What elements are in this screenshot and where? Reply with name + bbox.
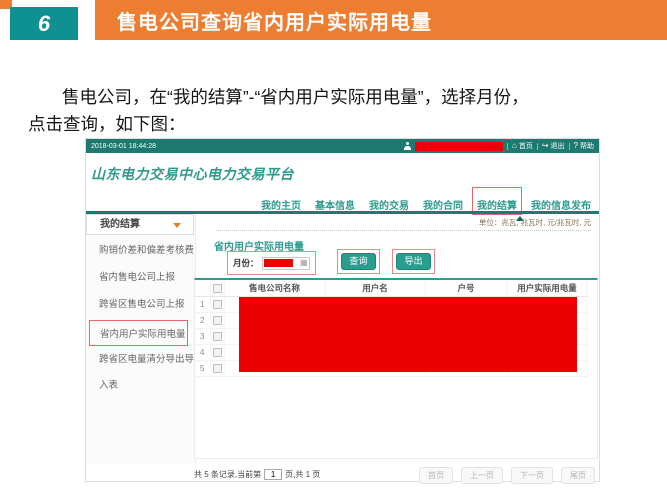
sidebar-item-cross-province-seller-report[interactable]: 跨省区售电公司上报 (99, 296, 185, 310)
slide: 6 售电公司查询省内用户实际用电量 售电公司，在“我的结算”-“省内用户实际用电… (0, 0, 667, 490)
row-checkbox-cell (210, 329, 224, 345)
topbar-timestamp: 2018-03-01 18:44:28 (91, 143, 156, 150)
row-checkbox-cell (210, 361, 224, 377)
slide-number: 6 (38, 11, 50, 37)
topbar-divider (507, 143, 508, 150)
row-checkbox[interactable] (213, 364, 222, 373)
app-topbar: 2018-03-01 18:44:28 ⌂ 首页 ↪ 退出 ? 帮助 (86, 139, 599, 153)
month-label: 月份： (233, 257, 259, 269)
table-header-row: 售电公司名称 用户名 户号 用户实际用电量 (195, 280, 587, 297)
dotted-divider (216, 230, 591, 231)
nav-my-contracts[interactable]: 我的合同 (423, 197, 463, 212)
record-summary: 共 5 条记录,当前第 页,共 1 页 (194, 469, 320, 480)
topbar-help-label: 帮助 (580, 141, 594, 151)
th-user-name: 用户名 (325, 280, 425, 297)
sidebar-item-cross-province-clearing-table[interactable]: 跨省区电量清分导出导入表 (99, 347, 196, 399)
month-input[interactable]: ▦ (262, 257, 310, 270)
row-index: 4 (195, 345, 210, 361)
nav-my-home[interactable]: 我的主页 (261, 197, 301, 212)
query-button[interactable]: 查询 (341, 253, 376, 270)
row-index: 5 (195, 361, 210, 377)
select-all-checkbox[interactable] (213, 284, 222, 293)
pagination: 首页 上一页 下一页 尾页 (419, 467, 595, 484)
row-checkbox[interactable] (213, 316, 222, 325)
sidebar-item-province-seller-report[interactable]: 省内售电公司上报 (99, 269, 175, 283)
topbar-divider (569, 143, 570, 150)
topbar-right-links: ⌂ 首页 ↪ 退出 ? 帮助 (404, 141, 594, 151)
dropdown-arrow-icon (173, 223, 181, 228)
nav-my-info-publish[interactable]: 我的信息发布 (531, 197, 591, 212)
platform-title: 山东电力交易中心电力交易平台 (91, 164, 294, 184)
topbar-logout-label: 退出 (551, 141, 565, 151)
exit-icon: ↪ (542, 142, 549, 150)
row-index: 2 (195, 313, 210, 329)
sidebar: 我的结算 购销价差和偏差考核费 省内售电公司上报 跨省区售电公司上报 省内用户实… (86, 214, 196, 464)
results-table-container: 售电公司名称 用户名 户号 用户实际用电量 1 2 (194, 278, 598, 459)
help-icon: ? (574, 142, 578, 150)
query-annotation-box: 查询 (337, 249, 380, 274)
app-screenshot: 2018-03-01 18:44:28 ⌂ 首页 ↪ 退出 ? 帮助 (85, 138, 600, 482)
sidebar-header-label: 我的结算 (100, 219, 140, 230)
slide-title-banner: 售电公司查询省内用户实际用电量 (95, 0, 667, 40)
th-account-number: 户号 (425, 280, 507, 297)
first-page-button[interactable]: 首页 (419, 467, 453, 484)
home-icon: ⌂ (512, 142, 517, 150)
row-checkbox-cell (210, 313, 224, 329)
row-index: 3 (195, 329, 210, 345)
th-row-index (195, 280, 210, 297)
sidebar-item-purchase-sale-diff-fee[interactable]: 购销价差和偏差考核费 (99, 242, 194, 256)
th-select-all (210, 280, 224, 297)
units-note: 单位：兆瓦, 兆瓦时, 元/兆瓦时, 元 (479, 217, 591, 228)
user-icon (404, 142, 411, 150)
topbar-logout-link[interactable]: ↪ 退出 (542, 141, 565, 151)
month-filter-annotation-box: 月份： ▦ (227, 251, 316, 275)
next-page-button[interactable]: 下一页 (511, 467, 553, 484)
row-checkbox-cell (210, 297, 224, 313)
topbar-divider (537, 143, 538, 150)
redacted-table-data (239, 297, 577, 372)
export-button[interactable]: 导出 (396, 253, 431, 270)
body-line-1: 售电公司，在“我的结算”-“省内用户实际用电量”，选择月份， (28, 84, 653, 111)
row-checkbox[interactable] (213, 348, 222, 357)
slide-title: 售电公司查询省内用户实际用电量 (117, 6, 432, 35)
topbar-home-label: 首页 (519, 141, 533, 151)
redacted-month-value (264, 259, 293, 267)
prev-page-button[interactable]: 上一页 (461, 467, 503, 484)
row-index: 1 (195, 297, 210, 313)
page-number-input[interactable] (264, 469, 282, 480)
sidebar-item-province-user-consumption[interactable]: 省内用户实际用电量 (89, 320, 188, 346)
topbar-home-link[interactable]: ⌂ 首页 (512, 141, 533, 151)
summary-suffix: 页,共 1 页 (285, 469, 320, 480)
last-page-button[interactable]: 尾页 (561, 467, 595, 484)
slide-number-block: 6 (10, 7, 78, 40)
row-checkbox-cell (210, 345, 224, 361)
calendar-icon[interactable]: ▦ (300, 259, 308, 267)
body-line-2: 点击查询，如下图： (28, 111, 653, 138)
redacted-username (415, 142, 503, 151)
row-checkbox[interactable] (213, 300, 222, 309)
th-actual-consumption: 用户实际用电量 (507, 280, 587, 297)
nav-my-trades[interactable]: 我的交易 (369, 197, 409, 212)
sidebar-header[interactable]: 我的结算 (86, 214, 194, 235)
export-annotation-box: 导出 (392, 249, 435, 274)
summary-prefix: 共 5 条记录,当前第 (194, 469, 261, 480)
topbar-help-link[interactable]: ? 帮助 (574, 141, 594, 151)
nav-basic-info[interactable]: 基本信息 (315, 197, 355, 212)
row-checkbox[interactable] (213, 332, 222, 341)
th-company-name: 售电公司名称 (224, 280, 325, 297)
slide-body-text: 售电公司，在“我的结算”-“省内用户实际用电量”，选择月份， 点击查询，如下图： (28, 84, 653, 138)
